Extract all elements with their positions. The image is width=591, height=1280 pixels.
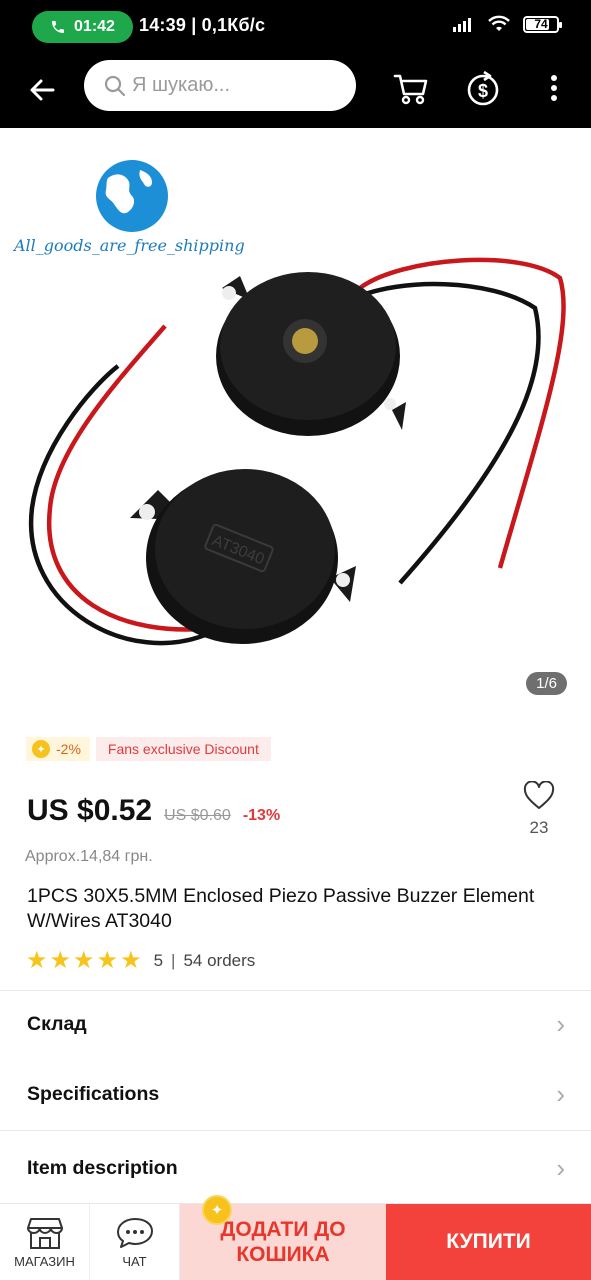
phone-icon — [52, 21, 65, 33]
time-and-network-speed: 14:39 | 0,1Кб/с — [139, 15, 266, 35]
battery-level: 74 — [534, 17, 548, 31]
promo-badges: ✦ -2% Fans exclusive Discount — [26, 737, 271, 761]
top-navigation-bar: Я шукаю... $ — [0, 54, 591, 128]
battery-icon: 74 — [523, 15, 562, 33]
call-duration: 01:42 — [74, 18, 115, 35]
add-to-cart-label: ДОДАТИ ДО КОШИКА — [220, 1218, 346, 1266]
ongoing-call-indicator[interactable]: 01:42 — [32, 11, 133, 43]
star-icon: ★ — [26, 947, 48, 974]
image-page-indicator: 1/6 — [526, 672, 567, 695]
store-button[interactable]: МАГАЗИН — [0, 1204, 90, 1280]
wishlist-count: 23 — [529, 818, 549, 837]
coin-icon: ✦ — [32, 740, 50, 758]
chat-bubble-icon — [116, 1217, 153, 1248]
specifications-row[interactable]: Specifications › — [0, 1061, 591, 1127]
warehouse-row[interactable]: Склад › — [0, 991, 591, 1057]
search-input[interactable]: Я шукаю... — [84, 60, 356, 111]
back-button[interactable] — [22, 70, 62, 110]
chat-label: ЧАТ — [122, 1253, 147, 1269]
heart-icon — [523, 780, 555, 809]
discount-percent: -13% — [242, 807, 281, 824]
cart-button[interactable] — [389, 66, 433, 110]
watermark-text: All_goods_are_free_shipping — [12, 236, 245, 255]
original-price: US $0.60 — [164, 807, 231, 824]
more-vertical-icon — [551, 75, 557, 101]
chevron-right-icon: › — [556, 1079, 565, 1109]
chevron-right-icon: › — [556, 1009, 565, 1039]
product-image-gallery[interactable]: All_goods_are_free_shipping AT3040 1/6 — [0, 128, 591, 716]
star-icon: ★ — [73, 947, 95, 974]
product-image: All_goods_are_free_shipping AT3040 — [12, 160, 566, 646]
share-earn-button[interactable]: $ — [461, 66, 505, 110]
specifications-label: Specifications — [27, 1082, 160, 1105]
chat-button[interactable]: ЧАТ — [90, 1204, 180, 1280]
share-dollar-icon: $ — [467, 70, 499, 106]
search-icon — [104, 75, 126, 96]
product-title: 1PCS 30X5.5MM Enclosed Piezo Passive Buz… — [27, 885, 535, 932]
price-row: US $0.52 US $0.60 -13% — [27, 794, 280, 828]
star-icon: ★ — [96, 947, 119, 974]
fans-discount-badge[interactable]: Fans exclusive Discount — [95, 737, 271, 761]
rating-value: 5 — [153, 951, 164, 970]
cart-icon — [393, 74, 428, 105]
store-icon — [26, 1217, 63, 1249]
star-icon: ★ — [49, 947, 72, 974]
separator: | — [171, 951, 176, 970]
globe-logo-icon — [96, 160, 168, 232]
search-placeholder: Я шукаю... — [132, 74, 231, 96]
more-options-button[interactable] — [532, 66, 576, 110]
rating-row[interactable]: ★ ★ ★ ★ ★ 5 | 54 orders — [26, 947, 256, 974]
signal-icon — [453, 18, 471, 32]
wishlist-button[interactable]: 23 — [518, 780, 560, 838]
svg-text:$: $ — [478, 81, 488, 101]
item-description-row[interactable]: Item description › — [0, 1135, 591, 1201]
coins-discount-value: -2% — [56, 741, 81, 757]
star-icon: ★ — [120, 947, 142, 974]
wifi-icon — [488, 15, 510, 31]
orders-count: 54 orders — [183, 951, 256, 970]
buy-now-label: КУПИТИ — [446, 1230, 531, 1253]
status-bar: 01:42 14:39 | 0,1Кб/с 74 — [0, 0, 591, 54]
bottom-action-bar: МАГАЗИН ЧАТ ✦ ДОДАТИ ДО КОШИКА КУПИТИ — [0, 1195, 591, 1280]
current-price: US $0.52 — [27, 794, 153, 827]
back-arrow-icon — [30, 79, 55, 101]
coin-icon: ✦ — [202, 1195, 232, 1225]
coins-discount-badge[interactable]: ✦ -2% — [26, 737, 90, 761]
approx-local-price: Approx.14,84 грн. — [25, 848, 153, 865]
store-label: МАГАЗИН — [14, 1253, 75, 1269]
rating-stars: ★ ★ ★ ★ ★ — [26, 947, 142, 974]
buy-now-button[interactable]: КУПИТИ — [386, 1204, 591, 1280]
warehouse-label: Склад — [27, 1012, 87, 1035]
add-to-cart-button[interactable]: ✦ ДОДАТИ ДО КОШИКА — [180, 1195, 386, 1280]
divider — [0, 1130, 591, 1131]
chevron-right-icon: › — [556, 1153, 565, 1183]
item-description-label: Item description — [27, 1156, 178, 1179]
